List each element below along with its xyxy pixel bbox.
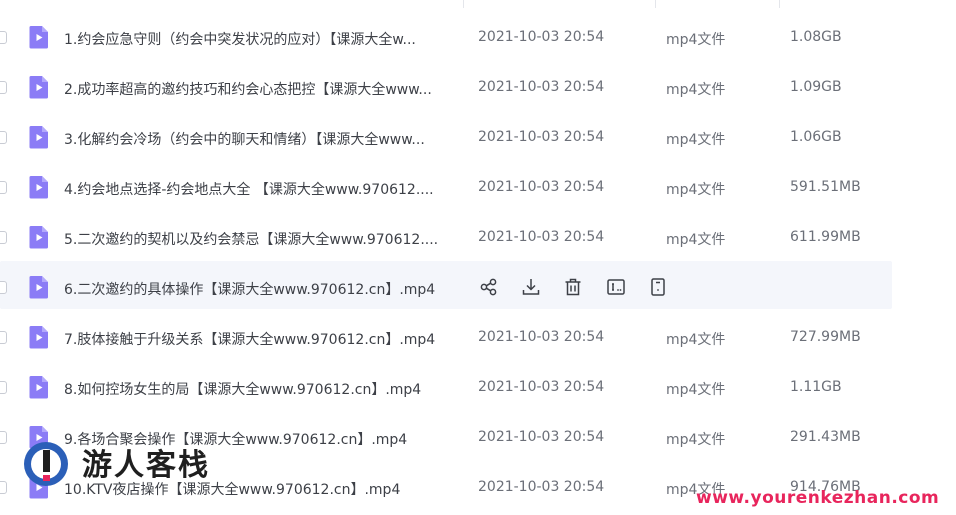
file-row[interactable]: 6.二次邀约的具体操作【课源大全www.970612.cn】.mp4 <box>0 257 956 309</box>
file-size: 1.11GB <box>790 379 842 395</box>
column-divider <box>779 0 780 8</box>
watermark-url: www.yourenkezhan.com <box>696 488 940 508</box>
delete-icon[interactable] <box>562 276 584 298</box>
file-type: mp4文件 <box>666 432 726 448</box>
file-size: 1.08GB <box>790 29 842 45</box>
file-type: mp4文件 <box>666 332 726 348</box>
file-date: 2021-10-03 20:54 <box>478 429 605 445</box>
download-icon[interactable] <box>520 276 542 298</box>
video-file-icon <box>29 375 49 399</box>
file-date: 2021-10-03 20:54 <box>478 29 605 45</box>
video-file-icon <box>29 225 49 249</box>
column-divider <box>655 0 656 8</box>
file-size: 1.09GB <box>790 79 842 95</box>
row-checkbox[interactable] <box>0 81 7 94</box>
file-date: 2021-10-03 20:54 <box>478 179 605 195</box>
row-checkbox[interactable] <box>0 181 7 194</box>
file-name[interactable]: 7.肢体接触于升级关系【课源大全www.970612.cn】.mp4 <box>64 329 460 349</box>
file-name[interactable]: 2.成功率超高的邀约技巧和约会心态把控【课源大全www... <box>64 79 460 99</box>
file-date: 2021-10-03 20:54 <box>478 329 605 345</box>
video-file-icon <box>29 125 49 149</box>
file-row[interactable]: 4.约会地点选择-约会地点大全 【课源大全www.970612.... 2021-… <box>0 157 956 207</box>
row-checkbox[interactable] <box>0 131 7 144</box>
file-date: 2021-10-03 20:54 <box>478 479 605 495</box>
file-size: 591.51MB <box>790 179 861 195</box>
watermark-logo-icon <box>24 442 68 486</box>
row-checkbox[interactable] <box>0 281 7 294</box>
file-size: 611.99MB <box>790 229 861 245</box>
file-type: mp4文件 <box>666 82 726 98</box>
file-name[interactable]: 4.约会地点选择-约会地点大全 【课源大全www.970612.... <box>64 179 460 199</box>
file-row[interactable]: 8.如何控场女生的局【课源大全www.970612.cn】.mp4 2021-10… <box>0 357 956 407</box>
video-file-icon <box>29 25 49 49</box>
share-icon[interactable] <box>478 276 500 298</box>
row-checkbox[interactable] <box>0 431 7 444</box>
file-name[interactable]: 3.化解约会冷场（约会中的聊天和情绪）【课源大全www... <box>64 129 460 149</box>
file-name[interactable]: 6.二次邀约的具体操作【课源大全www.970612.cn】.mp4 <box>64 279 460 299</box>
video-file-icon <box>29 75 49 99</box>
column-divider <box>463 0 464 8</box>
file-row[interactable]: 3.化解约会冷场（约会中的聊天和情绪）【课源大全www... 2021-10-03… <box>0 107 956 157</box>
rename-icon[interactable] <box>605 276 627 298</box>
row-checkbox[interactable] <box>0 231 7 244</box>
more-icon[interactable] <box>647 276 669 298</box>
file-size: 1.06GB <box>790 129 842 145</box>
video-file-icon <box>29 175 49 199</box>
watermark-title: 游人客栈 <box>82 448 210 483</box>
video-file-icon <box>29 325 49 349</box>
video-file-icon <box>29 275 49 299</box>
file-type: mp4文件 <box>666 132 726 148</box>
file-row[interactable]: 5.二次邀约的契机以及约会禁忌【课源大全www.970612.... 2021-1… <box>0 207 956 257</box>
file-date: 2021-10-03 20:54 <box>478 229 605 245</box>
file-name[interactable]: 8.如何控场女生的局【课源大全www.970612.cn】.mp4 <box>64 379 460 399</box>
row-checkbox[interactable] <box>0 381 7 394</box>
row-checkbox[interactable] <box>0 31 7 44</box>
row-checkbox[interactable] <box>0 481 7 494</box>
file-size: 727.99MB <box>790 329 861 345</box>
file-type: mp4文件 <box>666 382 726 398</box>
row-checkbox[interactable] <box>0 331 7 344</box>
file-name[interactable]: 5.二次邀约的契机以及约会禁忌【课源大全www.970612.... <box>64 229 460 249</box>
file-date: 2021-10-03 20:54 <box>478 379 605 395</box>
file-date: 2021-10-03 20:54 <box>478 129 605 145</box>
file-name[interactable]: 1.约会应急守则（约会中突发状况的应对）【课源大全w... <box>64 29 460 49</box>
file-date: 2021-10-03 20:54 <box>478 79 605 95</box>
file-type: mp4文件 <box>666 32 726 48</box>
file-row[interactable]: 7.肢体接触于升级关系【课源大全www.970612.cn】.mp4 2021-1… <box>0 307 956 357</box>
file-size: 291.43MB <box>790 429 861 445</box>
file-type: mp4文件 <box>666 182 726 198</box>
file-row[interactable]: 2.成功率超高的邀约技巧和约会心态把控【课源大全www... 2021-10-03… <box>0 57 956 107</box>
file-row[interactable]: 1.约会应急守则（约会中突发状况的应对）【课源大全w... 2021-10-03 … <box>0 7 956 57</box>
file-type: mp4文件 <box>666 232 726 248</box>
